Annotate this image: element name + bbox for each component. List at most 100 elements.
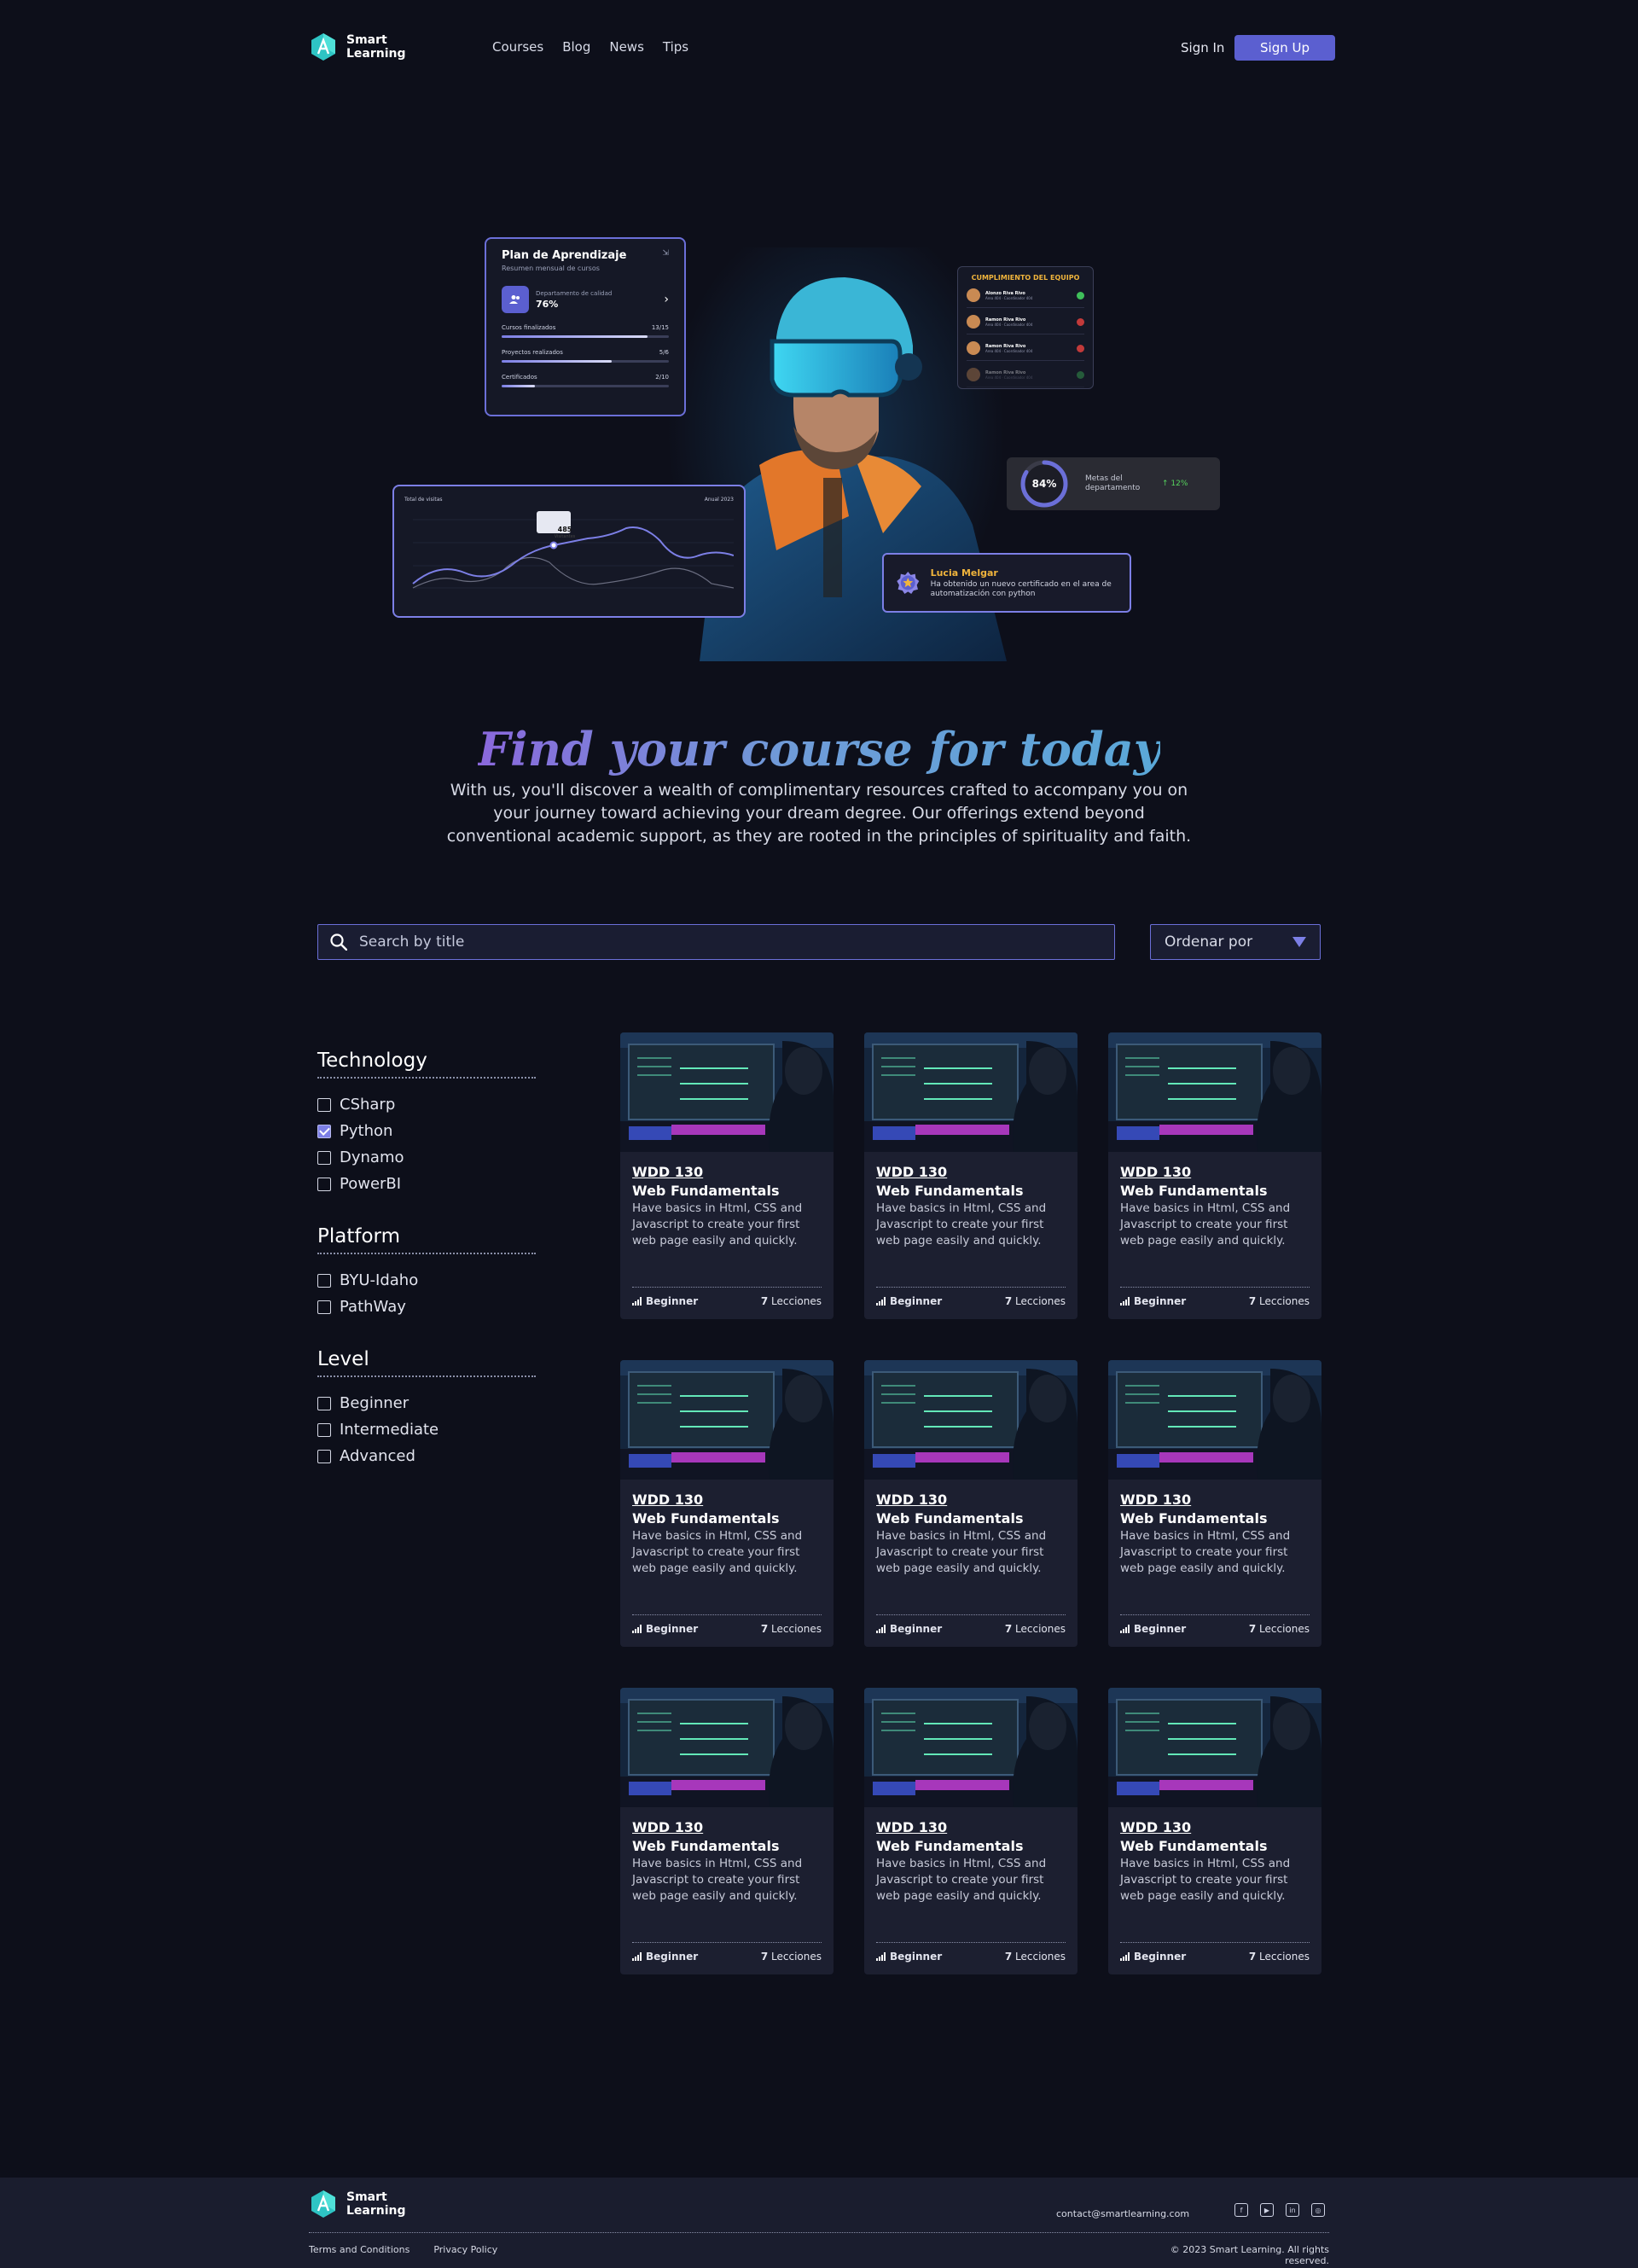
course-lessons-count: 7 xyxy=(1004,1623,1013,1635)
course-card[interactable]: WDD 130 Web Fundamentals Have basics in … xyxy=(620,1688,834,1974)
course-level: Beginner xyxy=(632,1951,698,1963)
course-lessons-count: 7 xyxy=(760,1295,769,1307)
search-input[interactable] xyxy=(359,933,1093,951)
course-card-footer: Beginner 7 Lecciones xyxy=(876,1287,1066,1307)
team-card-title: CUMPLIMIENTO DEL EQUIPO xyxy=(971,274,1080,282)
filter-option-label: BYU-Idaho xyxy=(340,1271,419,1289)
department-value: 76% xyxy=(536,298,559,310)
course-thumbnail xyxy=(864,1032,1077,1152)
course-code: WDD 130 xyxy=(632,1492,704,1508)
course-description: Have basics in Html, CSS and Javascript … xyxy=(632,1201,803,1247)
filter-option-label: CSharp xyxy=(340,1096,396,1114)
logo-text: Smart Learning xyxy=(346,2190,406,2218)
search-bar[interactable] xyxy=(317,924,1115,960)
course-card[interactable]: WDD 130 Web Fundamentals Have basics in … xyxy=(864,1360,1077,1647)
signal-bars-icon xyxy=(876,1625,886,1633)
checkbox[interactable] xyxy=(317,1097,331,1112)
youtube-icon[interactable]: ▶ xyxy=(1260,2203,1274,2217)
course-lessons: 7 Lecciones xyxy=(1005,1295,1066,1307)
users-icon xyxy=(502,286,529,313)
signal-bars-icon xyxy=(1120,1297,1130,1306)
sort-label: Ordenar por xyxy=(1165,933,1253,951)
privacy-link[interactable]: Privacy Policy xyxy=(433,2244,497,2255)
linkedin-icon[interactable]: in xyxy=(1286,2203,1299,2217)
logo-icon xyxy=(311,33,335,61)
nav-link-courses[interactable]: Courses xyxy=(492,39,543,55)
course-level-label: Beginner xyxy=(890,1951,943,1963)
course-thumbnail xyxy=(620,1032,834,1152)
filter-option-byu-idaho[interactable]: BYU-Idaho xyxy=(317,1271,536,1289)
checkbox[interactable] xyxy=(317,1422,331,1437)
course-title: Web Fundamentals xyxy=(876,1183,1024,1199)
team-member-row: Ramon Riva Rivo Area 404 · Coordinador 40… xyxy=(967,368,1084,387)
course-lessons-label: Lecciones xyxy=(771,1623,822,1635)
course-thumbnail xyxy=(1108,1360,1321,1480)
facebook-icon[interactable]: f xyxy=(1234,2203,1248,2217)
filter-option-beginner[interactable]: Beginner xyxy=(317,1394,536,1412)
nav-link-blog[interactable]: Blog xyxy=(562,39,590,55)
course-title: Web Fundamentals xyxy=(876,1838,1024,1854)
alert-status-icon xyxy=(1077,344,1084,352)
footer-logo[interactable]: Smart Learning xyxy=(309,2189,406,2219)
sort-dropdown[interactable]: Ordenar por xyxy=(1150,924,1321,960)
nav-link-tips[interactable]: Tips xyxy=(663,39,688,55)
checkbox[interactable] xyxy=(317,1150,331,1165)
course-lessons-count: 7 xyxy=(1004,1295,1013,1307)
filter-option-powerbi[interactable]: PowerBI xyxy=(317,1175,536,1193)
checkbox[interactable] xyxy=(317,1177,331,1191)
checkbox[interactable] xyxy=(317,1124,331,1138)
course-card[interactable]: WDD 130 Web Fundamentals Have basics in … xyxy=(864,1032,1077,1319)
course-card[interactable]: WDD 130 Web Fundamentals Have basics in … xyxy=(1108,1360,1321,1647)
course-lessons-label: Lecciones xyxy=(1259,1295,1310,1307)
course-level-label: Beginner xyxy=(646,1295,699,1307)
filter-option-advanced[interactable]: Advanced xyxy=(317,1447,536,1465)
plan-progress-row: Proyectos realizados 5/6 xyxy=(502,349,669,363)
course-lessons-count: 7 xyxy=(1248,1623,1257,1635)
instagram-icon[interactable]: ◎ xyxy=(1311,2203,1325,2217)
course-level-label: Beginner xyxy=(1134,1295,1187,1307)
course-lessons: 7 Lecciones xyxy=(1005,1623,1066,1635)
member-role: Area 404 · Coordinador 404 xyxy=(985,348,1033,353)
tooltip-label: Visitantes xyxy=(554,534,576,539)
checkbox[interactable] xyxy=(317,1273,331,1288)
member-role: Area 404 · Coordinador 404 xyxy=(985,322,1033,327)
filter-option-csharp[interactable]: CSharp xyxy=(317,1096,536,1114)
filter-option-dynamo[interactable]: Dynamo xyxy=(317,1149,536,1166)
filter-group-title: Platform xyxy=(317,1225,536,1254)
footer: Smart Learning contact@smartlearning.com… xyxy=(0,2178,1638,2268)
nav-link-news[interactable]: News xyxy=(609,39,644,55)
terms-link[interactable]: Terms and Conditions xyxy=(309,2244,410,2255)
cert-description: Ha obtenido un nuevo certificado en el a… xyxy=(930,579,1112,598)
team-compliance-card: CUMPLIMIENTO DEL EQUIPO Alonzo Riva Rivo… xyxy=(957,266,1094,389)
filter-option-intermediate[interactable]: Intermediate xyxy=(317,1421,536,1439)
course-card[interactable]: WDD 130 Web Fundamentals Have basics in … xyxy=(620,1032,834,1319)
course-card[interactable]: WDD 130 Web Fundamentals Have basics in … xyxy=(1108,1688,1321,1974)
course-lessons-label: Lecciones xyxy=(1015,1951,1066,1963)
course-card[interactable]: WDD 130 Web Fundamentals Have basics in … xyxy=(620,1360,834,1647)
course-description: Have basics in Html, CSS and Javascript … xyxy=(632,1857,803,1903)
progress-value: 5/6 xyxy=(659,349,669,356)
visits-range-select[interactable]: Anual 2023 xyxy=(705,497,734,503)
sign-up-button[interactable]: Sign Up xyxy=(1234,35,1335,61)
checkbox[interactable] xyxy=(317,1300,331,1314)
course-card[interactable]: WDD 130 Web Fundamentals Have basics in … xyxy=(864,1688,1077,1974)
team-member-row: Alonzo Riva Rivo Area 404 · Coordinador 4… xyxy=(967,288,1084,308)
course-code: WDD 130 xyxy=(632,1819,704,1835)
sign-in-link[interactable]: Sign In xyxy=(1181,40,1224,55)
signal-bars-icon xyxy=(632,1952,642,1961)
goal-progress-ring: 84% xyxy=(1019,458,1070,509)
member-name: Ramon Riva Rivo xyxy=(985,317,1026,323)
course-title: Web Fundamentals xyxy=(632,1838,780,1854)
contact-email[interactable]: contact@smartlearning.com xyxy=(1056,2208,1189,2219)
course-card[interactable]: WDD 130 Web Fundamentals Have basics in … xyxy=(1108,1032,1321,1319)
expand-icon[interactable]: ⇲ xyxy=(662,249,669,262)
course-lessons: 7 Lecciones xyxy=(761,1623,822,1635)
team-member-row: Ramon Riva Rivo Area 404 · Coordinador 40… xyxy=(967,315,1084,334)
logo[interactable]: Smart Learning xyxy=(309,32,406,61)
alert-status-icon xyxy=(1077,317,1084,326)
checkbox[interactable] xyxy=(317,1396,331,1410)
filter-option-python[interactable]: Python xyxy=(317,1122,536,1140)
department-row[interactable]: Departamento de calidad 76% › xyxy=(502,286,669,313)
checkbox[interactable] xyxy=(317,1449,331,1463)
filter-option-pathway[interactable]: PathWay xyxy=(317,1298,536,1316)
